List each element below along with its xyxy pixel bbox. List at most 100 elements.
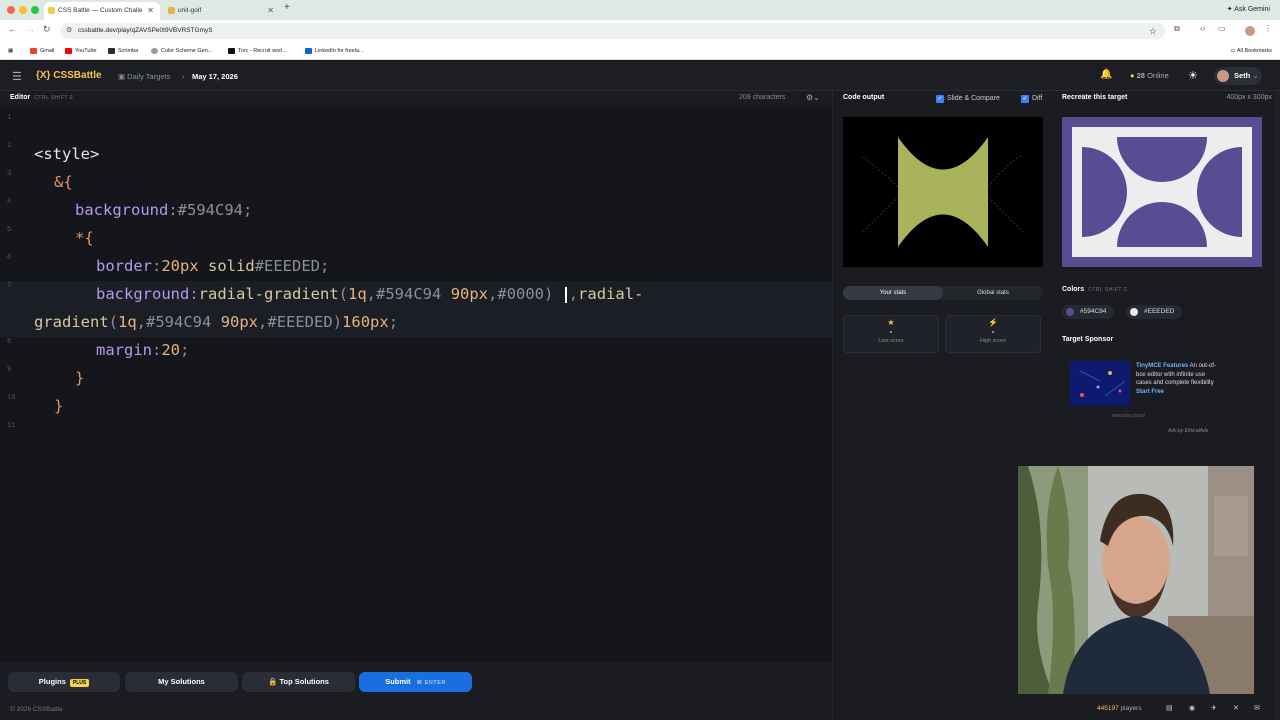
color-hex: #EEEDED <box>1144 308 1175 315</box>
site-info-icon[interactable]: ⚙ <box>66 23 72 39</box>
slide-compare-checkbox[interactable]: ✓ Slide & Compare <box>936 95 1000 103</box>
line-number: 7 <box>7 282 12 290</box>
cssbattle-logo[interactable]: {X} CSSBattle <box>36 70 102 81</box>
lock-icon: 🔒 <box>268 677 278 686</box>
last-score-label: Last score <box>878 338 904 344</box>
color-chip-light[interactable]: #EEEDED <box>1126 305 1183 319</box>
back-icon[interactable]: ← <box>8 24 17 34</box>
menu-hamburger-icon[interactable]: ☰ <box>12 70 22 83</box>
code-token: #594C94 <box>146 313 212 331</box>
menu-dots-icon[interactable]: ⋮ <box>1264 24 1272 33</box>
editor-actions-bar: Plugins PLUS My Solutions 🔒 Top Solutions… <box>0 662 832 720</box>
devtools-icon[interactable]: ‹› <box>1200 24 1205 33</box>
cast-icon[interactable]: ▭ <box>1218 24 1226 33</box>
breadcrumb-daily-targets[interactable]: ▣ Daily Targets <box>118 72 170 81</box>
page-scrollbar[interactable] <box>1274 91 1280 720</box>
my-solutions-button[interactable]: My Solutions <box>125 672 238 692</box>
bookmark-label: Gmail <box>40 48 55 54</box>
bookmark-label: YouTube <box>75 48 97 54</box>
close-tab-icon[interactable]: ✕ <box>147 2 154 20</box>
bookmark-color-scheme[interactable]: Color Scheme Gen... <box>151 42 212 60</box>
folder-favicon-icon <box>168 7 175 14</box>
all-bookmarks-label: All Bookmarks <box>1236 48 1272 54</box>
code-token: 20px <box>161 257 199 275</box>
output-preview[interactable] <box>843 117 1043 267</box>
code-line-10: } <box>54 397 63 415</box>
top-solutions-button[interactable]: 🔒 Top Solutions <box>242 672 355 692</box>
all-bookmarks-link[interactable]: ▭ All Bookmarks <box>1230 42 1272 60</box>
online-label: Online <box>1147 71 1169 80</box>
line-number: 4 <box>7 198 12 206</box>
extensions-icon[interactable]: ⧉ <box>1174 24 1180 34</box>
maximize-window-icon[interactable] <box>31 6 39 14</box>
code-token: #594C94 <box>177 201 243 219</box>
breadcrumb-date: May 17, 2026 <box>192 72 238 81</box>
enter-label: ENTER <box>424 680 446 686</box>
code-token: *{ <box>75 229 94 247</box>
ad-cta-link[interactable]: Start Free <box>1136 389 1164 395</box>
ad-title[interactable]: TinyMCE Features <box>1136 363 1188 369</box>
slack-icon[interactable]: ▤ <box>1166 704 1173 712</box>
output-render <box>862 137 1024 247</box>
my-solutions-label: My Solutions <box>158 677 205 686</box>
bookmark-youtube[interactable]: YouTube <box>65 42 97 60</box>
x-icon[interactable]: ✕ <box>1233 704 1239 712</box>
code-editor[interactable]: 1 2 3 4 5 6 7 8 9 10 11 <style> &{ backg… <box>0 107 832 662</box>
output-ghost-arc <box>987 196 1024 233</box>
forward-icon[interactable]: → <box>26 24 35 34</box>
profile-avatar-icon[interactable] <box>1245 26 1255 36</box>
bluesky-icon[interactable]: ✈ <box>1211 704 1217 712</box>
browser-tab-cssbattle[interactable]: CSS Battle — Custom Challe ✕ <box>44 2 160 20</box>
bookmark-torc[interactable]: Torc - Recruit worl... <box>228 42 287 60</box>
notification-bell-icon[interactable]: 🔔 <box>1100 69 1112 80</box>
editor-label: Editor <box>10 94 31 101</box>
close-window-icon[interactable] <box>7 6 15 14</box>
high-score-value: - <box>991 327 995 336</box>
editor-settings-gear-icon[interactable]: ⚙⌄ <box>806 93 820 102</box>
theme-toggle-sun-icon[interactable]: ☀ <box>1188 69 1198 82</box>
code-token: } <box>75 369 85 387</box>
color-chip-purple[interactable]: #594C94 <box>1062 305 1115 319</box>
code-token: #EEEDED <box>254 257 321 275</box>
browser-tab-unit-golf[interactable]: unit-golf ✕ <box>164 2 280 20</box>
code-token: background <box>96 285 190 303</box>
mail-icon[interactable]: ✉ <box>1254 704 1260 712</box>
code-token: #594C94 <box>376 285 442 303</box>
code-token: &{ <box>54 173 73 191</box>
diff-checkbox[interactable]: ✓ Diff <box>1021 95 1042 103</box>
url-text: cssbattle.dev/play/qZAVSPe0t9VBVRSTGmyS <box>78 27 213 34</box>
code-line-2: <style> <box>34 145 99 163</box>
reload-icon[interactable]: ↻ <box>43 24 51 35</box>
discord-icon[interactable]: ◉ <box>1189 704 1195 712</box>
copyright: © 2026 CSSBattle <box>10 706 63 713</box>
bookmarks-bar: ▦ Gmail YouTube Scrimba Color Scheme Gen… <box>0 42 1280 60</box>
submit-button[interactable]: Submit ⌘ ENTER <box>359 672 472 692</box>
close-tab-icon[interactable]: ✕ <box>267 2 274 20</box>
bookmark-linkedin[interactable]: LinkedIn for freela... <box>305 42 364 60</box>
bookmark-label: Scrimba <box>118 48 139 54</box>
ask-gemini-button[interactable]: ✦ Ask Gemini <box>1227 2 1270 18</box>
chevron-right-icon: › <box>182 72 185 81</box>
plugins-button[interactable]: Plugins PLUS <box>8 672 120 692</box>
code-line-8: margin:20; <box>96 341 190 359</box>
players-number: 445197 <box>1097 705 1119 712</box>
tab-your-stats[interactable]: Your stats <box>843 286 943 300</box>
ad-image <box>1070 361 1130 406</box>
ethicalads-link[interactable]: Ads by EthicalAds <box>1168 428 1208 434</box>
webcam-overlay <box>1018 466 1254 694</box>
bookmark-gmail[interactable]: Gmail <box>30 42 54 60</box>
bookmark-scrimba[interactable]: Scrimba <box>108 42 138 60</box>
star-icon: ★ <box>887 318 895 327</box>
apps-grid-icon[interactable]: ▦ <box>8 42 13 60</box>
user-menu[interactable]: Seth ⌄ <box>1214 67 1262 85</box>
tab-global-stats[interactable]: Global stats <box>943 286 1043 300</box>
target-dimensions: 400px x 300px <box>1226 94 1272 101</box>
new-tab-icon[interactable]: + <box>284 2 290 13</box>
url-field[interactable]: ⚙ cssbattle.dev/play/qZAVSPe0t9VBVRSTGmy… <box>60 23 1165 39</box>
bookmark-star-icon[interactable]: ☆ <box>1149 23 1157 39</box>
code-token: radial- <box>578 285 644 303</box>
target-image[interactable] <box>1062 117 1262 267</box>
sponsor-ad[interactable]: TinyMCE Features An out-of-box editor wi… <box>1062 355 1220 434</box>
code-token: solid <box>208 257 255 275</box>
minimize-window-icon[interactable] <box>19 6 27 14</box>
